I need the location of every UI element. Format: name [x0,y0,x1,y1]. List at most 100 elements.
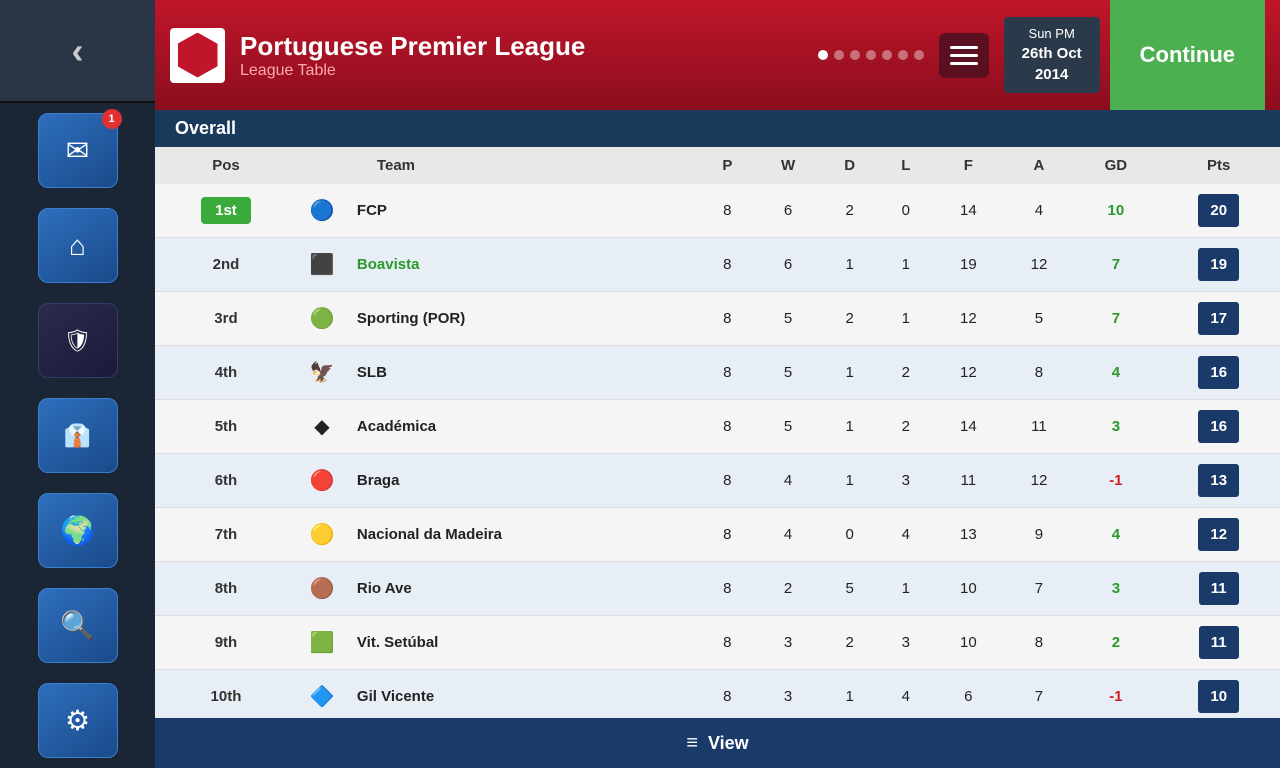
col-w-value: 4 [755,508,820,562]
home-button[interactable]: ⌂ [38,208,118,283]
col-f-value: 12 [933,346,1004,400]
pos-cell: 3rd [155,292,297,346]
team-name-cell: Vit. Setúbal [347,616,699,670]
date-display: Sun PM 26th Oct 2014 [1004,17,1100,93]
table-row[interactable]: 4th🦅SLB8512128416 [155,346,1280,400]
col-d-value: 2 [821,292,879,346]
date-day: Sun PM [1022,25,1082,43]
col-l: L [879,147,933,184]
table-row[interactable]: 7th🟡Nacional da Madeira8404139412 [155,508,1280,562]
pos-cell: 4th [155,346,297,400]
team-logo-cell: 🔷 [297,670,347,719]
table-row[interactable]: 3rd🟢Sporting (POR)8521125717 [155,292,1280,346]
dot-2[interactable] [834,50,844,60]
view-icon: ≡ [686,732,698,755]
pts-badge: 19 [1198,248,1239,281]
col-f-value: 13 [933,508,1004,562]
col-a-value: 12 [1004,454,1075,508]
dot-4[interactable] [866,50,876,60]
col-f: F [933,147,1004,184]
team-logo: 🟩 [306,627,338,659]
pts-value: 17 [1157,292,1280,346]
col-d-value: 1 [821,454,879,508]
header-title-group: Portuguese Premier League League Table [240,31,818,80]
table-row[interactable]: 6th🔴Braga84131112-113 [155,454,1280,508]
view-label: View [708,733,749,754]
view-button[interactable]: ≡ View [686,732,748,755]
continue-button[interactable]: Continue [1110,0,1265,110]
league-table[interactable]: Pos Team P W D L F A GD Pts 1st🔵FCP86201… [155,147,1280,718]
team-name-cell: Boavista [347,238,699,292]
dot-1[interactable] [818,50,828,60]
table-row[interactable]: 5th◆Académica85121411316 [155,400,1280,454]
team-logo-cell: 🟢 [297,292,347,346]
dot-6[interactable] [898,50,908,60]
col-p-value: 8 [699,346,755,400]
dot-5[interactable] [882,50,892,60]
shield-icon: 🛡 [64,328,92,354]
table-row[interactable]: 9th🟩Vit. Setúbal8323108211 [155,616,1280,670]
col-l-value: 0 [879,184,933,238]
team-logo-cell: 🟡 [297,508,347,562]
menu-button[interactable] [939,33,989,78]
col-d-value: 0 [821,508,879,562]
badge-button[interactable]: 🛡 [38,303,118,378]
col-a-value: 8 [1004,346,1075,400]
pts-value: 12 [1157,508,1280,562]
league-logo-inner [178,33,218,78]
pos-badge: 1st [201,197,251,224]
pos-cell: 2nd [155,238,297,292]
col-d: D [821,147,879,184]
message-badge: 1 [102,109,122,129]
col-w-value: 5 [755,292,820,346]
col-a-value: 12 [1004,238,1075,292]
table-row[interactable]: 8th🟤Rio Ave8251107311 [155,562,1280,616]
menu-line-1 [950,46,978,49]
header: Portuguese Premier League League Table S… [155,0,1280,110]
col-a-value: 7 [1004,562,1075,616]
view-bar[interactable]: ≡ View [155,718,1280,768]
pts-value: 13 [1157,454,1280,508]
menu-line-2 [950,54,978,57]
team-logo: ◆ [306,411,338,443]
pts-badge: 16 [1198,410,1239,443]
gd-value: 7 [1074,238,1157,292]
pos-cell: 8th [155,562,297,616]
pts-value: 16 [1157,400,1280,454]
dot-3[interactable] [850,50,860,60]
col-gd: GD [1074,147,1157,184]
back-button[interactable]: ‹ [0,0,155,103]
team-name-cell: Sporting (POR) [347,292,699,346]
col-l-value: 1 [879,238,933,292]
messages-button[interactable]: ✉ 1 [38,113,118,188]
col-w: W [755,147,820,184]
sidebar: ‹ ✉ 1 ⌂ 🛡 👔 🌍 🔍 ⚙ [0,0,155,768]
pos-cell: 6th [155,454,297,508]
table-row[interactable]: 10th🔷Gil Vicente831467-110 [155,670,1280,719]
col-d-value: 1 [821,346,879,400]
col-l-value: 2 [879,400,933,454]
dot-7[interactable] [914,50,924,60]
col-a-value: 11 [1004,400,1075,454]
globe-button[interactable]: 🌍 [38,493,118,568]
team-logo-cell: ⬛ [297,238,347,292]
gd-value: 3 [1074,400,1157,454]
table-row[interactable]: 2nd⬛Boavista86111912719 [155,238,1280,292]
pts-value: 19 [1157,238,1280,292]
settings-button[interactable]: ⚙ [38,683,118,758]
team-logo-cell: 🦅 [297,346,347,400]
col-l-value: 1 [879,292,933,346]
table-row[interactable]: 1st🔵FCP86201441020 [155,184,1280,238]
team-name-cell: Nacional da Madeira [347,508,699,562]
team-name-cell: Gil Vicente [347,670,699,719]
col-l-value: 4 [879,508,933,562]
col-l-value: 3 [879,454,933,508]
col-p: P [699,147,755,184]
team-logo: 🟤 [306,573,338,605]
col-p-value: 8 [699,238,755,292]
col-d-value: 5 [821,562,879,616]
tactics-button[interactable]: 👔 [38,398,118,473]
pos-cell: 1st [155,184,297,238]
search-button[interactable]: 🔍 [38,588,118,663]
col-w-value: 6 [755,184,820,238]
